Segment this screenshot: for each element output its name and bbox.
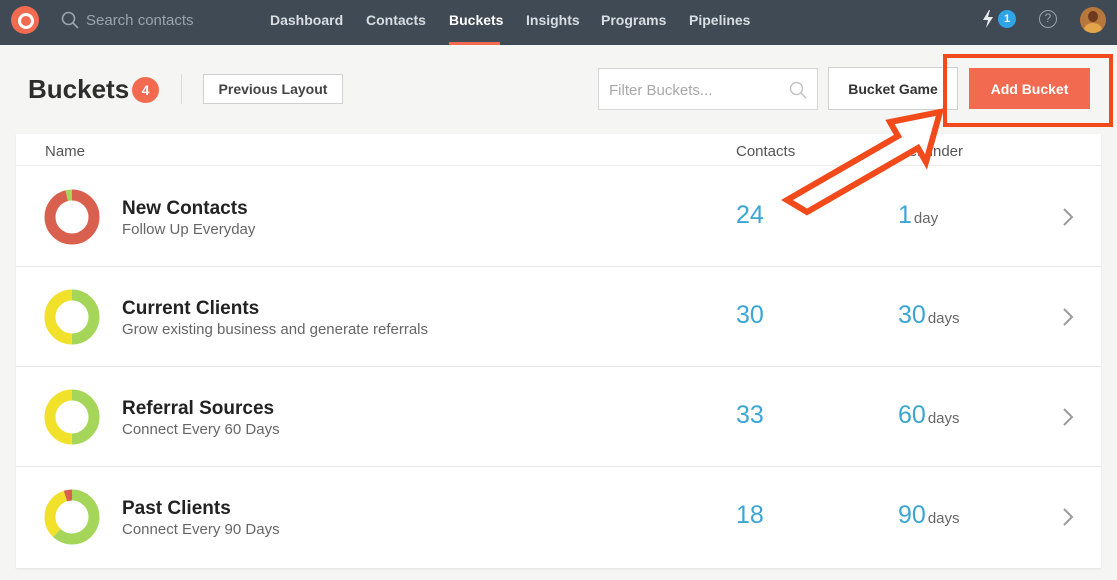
- bucket-reminder: 90 days: [898, 501, 960, 530]
- bucket-reminder: 60 days: [898, 401, 960, 430]
- nav-programs[interactable]: Programs: [601, 12, 666, 28]
- app-logo[interactable]: [11, 6, 39, 34]
- bucket-contacts-count[interactable]: 30: [736, 301, 764, 330]
- bucket-reminder: 1 day: [898, 201, 938, 230]
- reminder-value: 30: [898, 301, 926, 329]
- chevron-right-icon[interactable]: [1061, 507, 1075, 527]
- buckets-table: Name Contacts Reminder New Contacts Foll…: [16, 134, 1101, 568]
- bucket-name[interactable]: Referral Sources: [122, 398, 274, 420]
- bucket-row[interactable]: Past Clients Connect Every 90 Days 18 90…: [16, 467, 1101, 567]
- chevron-right-icon[interactable]: [1061, 407, 1075, 427]
- filter-buckets-input[interactable]: [609, 79, 784, 101]
- bolt-icon[interactable]: [982, 10, 994, 28]
- bucket-game-button[interactable]: Bucket Game: [828, 67, 958, 110]
- column-header-reminder[interactable]: Reminder: [898, 143, 963, 160]
- reminder-unit: days: [927, 410, 960, 427]
- bucket-row[interactable]: New Contacts Follow Up Everyday 24 1 day: [16, 167, 1101, 267]
- reminder-unit: day: [913, 210, 939, 227]
- bucket-reminder: 30 days: [898, 301, 960, 330]
- bucket-donut-chart: [44, 489, 100, 545]
- bucket-name[interactable]: Current Clients: [122, 298, 259, 320]
- chevron-right-icon[interactable]: [1061, 207, 1075, 227]
- reminder-unit: days: [927, 310, 960, 327]
- chevron-right-icon[interactable]: [1061, 307, 1075, 327]
- nav-insights[interactable]: Insights: [526, 12, 580, 28]
- bucket-name[interactable]: Past Clients: [122, 498, 231, 520]
- column-header-name[interactable]: Name: [45, 143, 85, 160]
- bucket-donut-chart: [44, 189, 100, 245]
- nav-buckets[interactable]: Buckets: [449, 12, 503, 28]
- bucket-donut-chart: [44, 389, 100, 445]
- bucket-subtitle: Follow Up Everyday: [122, 221, 256, 238]
- bucket-contacts-count[interactable]: 18: [736, 501, 764, 530]
- bucket-subtitle: Connect Every 90 Days: [122, 521, 280, 538]
- page-title: Buckets: [28, 74, 130, 104]
- search-icon: [61, 11, 79, 29]
- column-header-contacts[interactable]: Contacts: [736, 143, 795, 160]
- reminder-unit: days: [927, 510, 960, 527]
- help-icon[interactable]: ?: [1039, 10, 1057, 28]
- notification-badge[interactable]: 1: [998, 10, 1016, 28]
- bucket-name[interactable]: New Contacts: [122, 198, 248, 220]
- reminder-value: 60: [898, 401, 926, 429]
- user-avatar[interactable]: [1080, 7, 1106, 33]
- bucket-subtitle: Connect Every 60 Days: [122, 421, 280, 438]
- top-nav: Dashboard Contacts Buckets Insights Prog…: [0, 0, 1117, 45]
- filter-buckets-field[interactable]: [598, 68, 818, 110]
- nav-pipelines[interactable]: Pipelines: [689, 12, 750, 28]
- active-nav-indicator: [449, 42, 500, 45]
- reminder-value: 90: [898, 501, 926, 529]
- highlight-box: [943, 54, 1113, 127]
- nav-contacts[interactable]: Contacts: [366, 12, 426, 28]
- bucket-contacts-count[interactable]: 33: [736, 401, 764, 430]
- nav-dashboard[interactable]: Dashboard: [270, 12, 343, 28]
- bucket-row[interactable]: Referral Sources Connect Every 60 Days 3…: [16, 367, 1101, 467]
- search-icon: [789, 81, 807, 99]
- bucket-subtitle: Grow existing business and generate refe…: [122, 321, 428, 338]
- table-header: Name Contacts Reminder: [16, 134, 1101, 166]
- donut-segment: [44, 189, 100, 245]
- bucket-donut-chart: [44, 289, 100, 345]
- bucket-contacts-count[interactable]: 24: [736, 201, 764, 230]
- search-contacts-input[interactable]: [86, 10, 246, 30]
- previous-layout-button[interactable]: Previous Layout: [203, 74, 343, 104]
- bucket-count-badge: 4: [132, 77, 159, 103]
- header-divider: [181, 74, 182, 104]
- bucket-row[interactable]: Current Clients Grow existing business a…: [16, 267, 1101, 367]
- reminder-value: 1: [898, 201, 912, 229]
